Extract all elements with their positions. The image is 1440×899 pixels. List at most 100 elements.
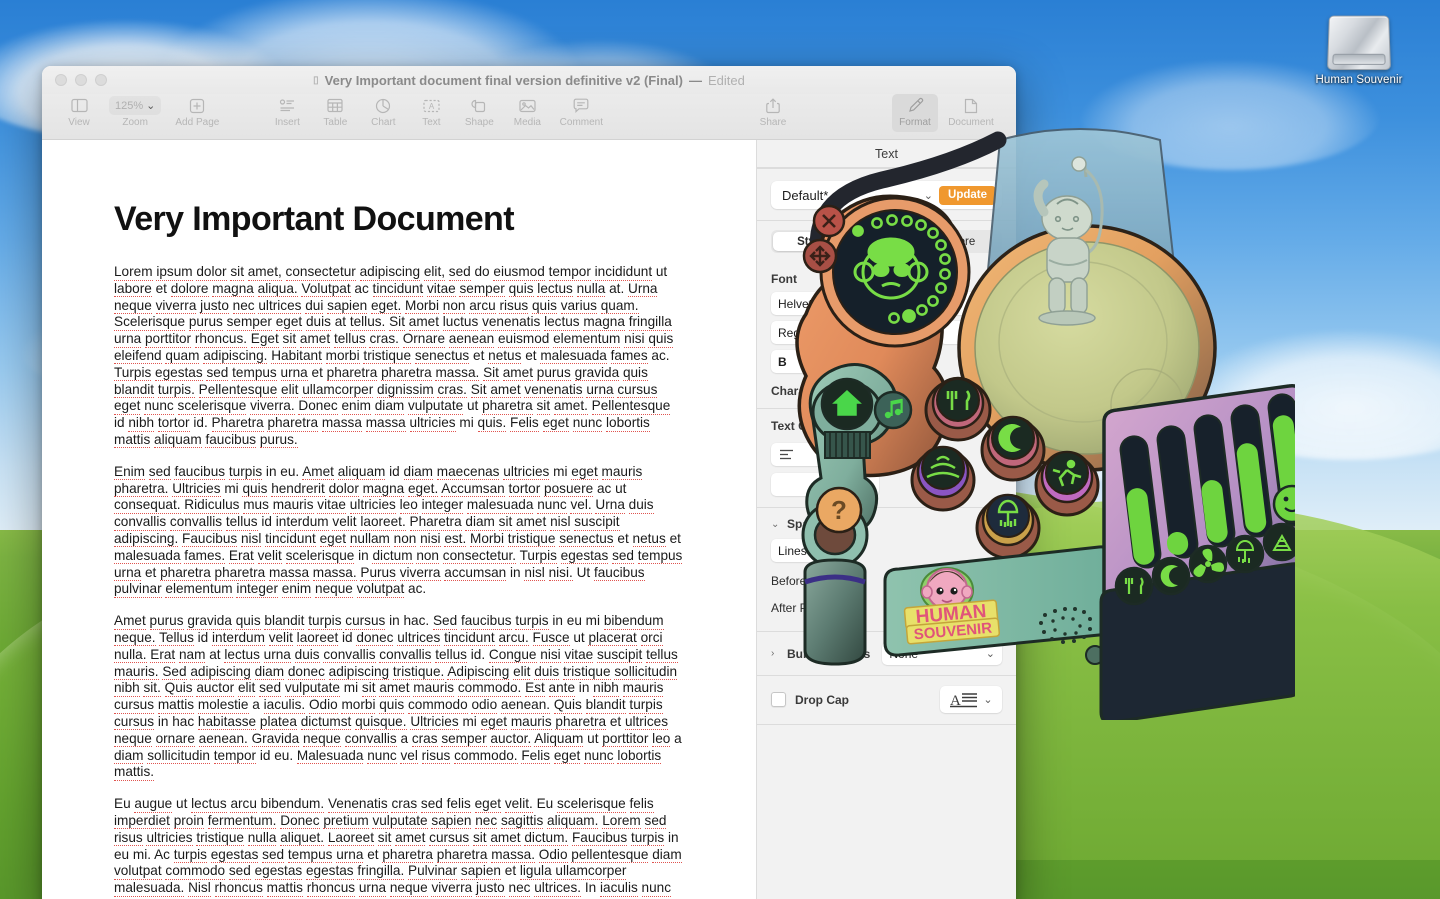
misspelled-word: elit: [513, 664, 530, 681]
comment-button[interactable]: Comment: [552, 94, 610, 130]
misspelled-word: cras: [391, 796, 417, 813]
chevron-down-icon[interactable]: ⌄: [993, 355, 1002, 368]
segment-style[interactable]: Style: [773, 232, 849, 251]
misspelled-word: Turpis: [520, 548, 557, 565]
font-options-button[interactable]: ⚙ ⌄: [978, 354, 1002, 370]
misspelled-word: aliquam: [154, 432, 202, 449]
misspelled-word: eget: [554, 748, 580, 765]
sidebar-tab-text[interactable]: Text: [757, 140, 1016, 168]
document-page[interactable]: Very Important Document Lorem ipsum dolo…: [42, 140, 756, 899]
misspelled-word: urna: [359, 880, 386, 897]
shape-button[interactable]: Shape: [456, 94, 502, 130]
text-color-section[interactable]: Text Color: [757, 419, 1016, 433]
misspelled-word: tristique: [508, 531, 556, 548]
alignment-row[interactable]: [757, 443, 1016, 466]
chart-button[interactable]: Chart: [360, 94, 406, 130]
add-page-button[interactable]: Add Page: [168, 94, 226, 130]
minimize-button[interactable]: [75, 74, 87, 86]
misspelled-word: eget: [320, 531, 346, 548]
share-button[interactable]: Share: [750, 94, 796, 130]
bold-italic-underline-group[interactable]: B: [771, 350, 875, 373]
misspelled-word: faucibus: [205, 432, 256, 449]
misspelled-word: neque: [315, 581, 353, 598]
toolbar[interactable]: View 125% ⌄ Zoom: [42, 94, 1016, 140]
spacing-mode-select[interactable]: Lines: [771, 539, 849, 562]
indent-row[interactable]: [757, 473, 1016, 496]
misspelled-word: sed: [206, 365, 228, 382]
media-label: Media: [509, 116, 545, 130]
misspelled-word: tempus: [232, 365, 277, 382]
misspelled-word: turpis: [174, 847, 207, 864]
misspelled-word: Volutpat: [301, 281, 350, 298]
text-align-group[interactable]: [771, 443, 879, 466]
zoom-value: 125%: [115, 100, 143, 112]
table-button[interactable]: Table: [312, 94, 358, 130]
pages-window[interactable]: ▯ Very Important document final version …: [42, 66, 1016, 899]
font-weight-select[interactable]: Regular ⌄: [771, 321, 934, 344]
paragraph: Eu augue ut lectus arcu bibendum. Venena…: [114, 796, 684, 899]
misspelled-word: nam: [179, 647, 205, 664]
misspelled-word: viverra: [431, 880, 472, 897]
view-button[interactable]: View: [56, 94, 102, 130]
font-family-select[interactable]: Helvetica ⌄: [771, 292, 1002, 315]
add-page-icon: [173, 96, 221, 115]
chevron-down-icon[interactable]: ⌄: [771, 519, 782, 530]
misspelled-word: integer: [422, 497, 464, 514]
misspelled-word: tellus: [334, 331, 366, 348]
misspelled-word: fames: [611, 348, 648, 365]
style-layout-more-segmented-control[interactable]: Style Layout More: [771, 230, 1002, 253]
drop-cap-checkbox[interactable]: [771, 692, 786, 707]
zoom-box[interactable]: 125% ⌄: [109, 96, 161, 115]
zoom-button[interactable]: [95, 74, 107, 86]
misspelled-word: turpis.: [158, 382, 195, 399]
document-button[interactable]: Document: [940, 94, 1002, 130]
misspelled-word: scelerisque: [178, 398, 247, 415]
bold-button[interactable]: B: [778, 355, 787, 369]
misspelled-word: iaculis: [600, 880, 638, 897]
character-styles-section[interactable]: Character Styles: [757, 384, 1016, 398]
text-button[interactable]: A Text: [408, 94, 454, 130]
misspelled-word: neque: [114, 298, 152, 315]
misspelled-word: aenean.: [501, 697, 550, 714]
misspelled-word: lectus: [537, 281, 573, 298]
drop-cap-row[interactable]: Drop Cap A ⌄: [757, 686, 1016, 713]
format-sidebar[interactable]: Text Default* ⌄ Update Style Layout More…: [756, 140, 1016, 899]
zoom-value-box[interactable]: 125% ⌄: [109, 96, 161, 115]
chevron-right-icon[interactable]: ›: [771, 648, 782, 659]
table-icon: [317, 96, 353, 115]
chevron-down-icon[interactable]: ⌄: [924, 189, 933, 202]
insert-button[interactable]: Insert: [264, 94, 310, 130]
desktop-icon-human-souvenir[interactable]: Human Souvenir: [1294, 8, 1424, 87]
spacing-section-header[interactable]: ⌄ Spacing: [757, 517, 1016, 531]
segment-layout[interactable]: Layout: [849, 232, 925, 251]
misspelled-word: platea: [260, 714, 297, 731]
zoom-control[interactable]: 125% ⌄ Zoom: [104, 94, 166, 130]
traffic-light-group[interactable]: [55, 74, 107, 86]
indent-group[interactable]: [771, 473, 879, 496]
misspelled-word: malesuada.: [114, 880, 184, 897]
window-titlebar[interactable]: ▯ Very Important document final version …: [42, 66, 1016, 94]
misspelled-word: dolore: [171, 281, 209, 298]
paragraph-style-select[interactable]: Default* ⌄ Update: [771, 181, 1002, 209]
misspelled-word: venenatis: [524, 382, 582, 399]
misspelled-word: tristique: [363, 348, 411, 365]
bullets-lists-select[interactable]: None ⌄: [882, 642, 1002, 665]
drop-cap-style-button[interactable]: A ⌄: [940, 686, 1002, 713]
format-button[interactable]: Format: [892, 94, 938, 132]
document-canvas[interactable]: Very Important Document Lorem ipsum dolo…: [42, 140, 756, 899]
misspelled-word: massa: [366, 415, 406, 432]
misspelled-word: dictum.: [524, 830, 568, 847]
misspelled-word: venenatis: [482, 314, 540, 331]
font-size-field[interactable]: pt: [940, 321, 1002, 344]
chevron-down-icon: ⌄: [146, 99, 155, 112]
gear-icon[interactable]: ⚙: [978, 354, 990, 370]
misspelled-word: diam: [114, 748, 143, 765]
bullets-lists-row[interactable]: › Bullets & Lists None ⌄: [757, 642, 1016, 665]
misspelled-word: Felis: [521, 748, 550, 765]
misspelled-word: cras.: [437, 382, 466, 399]
media-button[interactable]: Media: [504, 94, 550, 130]
close-button[interactable]: [55, 74, 67, 86]
segment-more[interactable]: More: [924, 232, 1000, 251]
update-style-button[interactable]: Update: [939, 186, 996, 205]
misspelled-word: turpis: [229, 464, 262, 481]
